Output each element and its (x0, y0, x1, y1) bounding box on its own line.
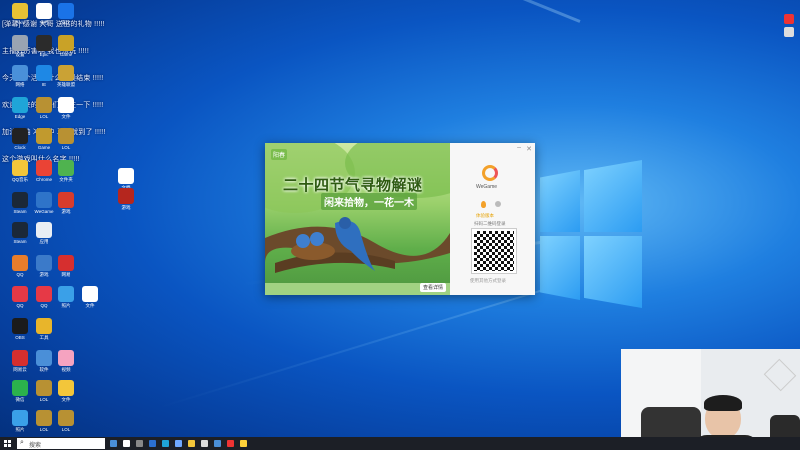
desktop-icon[interactable]: 文档 (106, 168, 146, 190)
wegame-logo-icon (482, 165, 498, 181)
app-icon (58, 160, 74, 176)
desktop-icon[interactable]: 文件 (46, 380, 86, 402)
qr-caption: 扫码二维码登录 (474, 221, 506, 226)
app-icon (58, 65, 74, 81)
app-icon (82, 286, 98, 302)
event-subtitle: 闲来拾物，一花一木 (321, 193, 417, 210)
desktop-icon-label: 文件 (61, 397, 71, 402)
app-icon (58, 350, 74, 366)
person-hair (704, 395, 742, 411)
light-beam (152, 0, 581, 23)
desktop-icon[interactable]: 英雄联盟 (46, 65, 86, 87)
app-icon (58, 128, 74, 144)
desktop-icon-label: 英雄联盟 (57, 82, 75, 87)
taskbar-app-icon[interactable] (149, 440, 156, 447)
taskbar-app-icon[interactable] (175, 440, 182, 447)
taskbar-app-icon[interactable] (123, 440, 130, 447)
desktop-icon[interactable]: 文件夹 (46, 160, 86, 182)
desktop-icon-label: 文件 (85, 303, 95, 308)
taskbar-app-icon[interactable] (214, 440, 221, 447)
taskbar-app-icon[interactable] (188, 440, 195, 447)
desktop-icon-label: 游戏 (61, 209, 71, 214)
desktop-icon[interactable]: 应用 (24, 222, 64, 244)
small-tag: 阳春 (271, 149, 288, 160)
event-banner[interactable]: 二十四节气寻物解谜 闲来拾物，一花一木 阳春 查看详情 (265, 143, 450, 295)
banner-illustration (265, 143, 450, 295)
app-icon (118, 168, 134, 184)
app-icon (36, 222, 52, 238)
webcam-feed (621, 349, 800, 450)
desktop-icon[interactable]: 文件 (70, 286, 110, 308)
windows-logo-pane (584, 236, 642, 308)
taskbar-app-icon[interactable] (110, 440, 117, 447)
search-box[interactable]: ⌕ 搜索 (17, 438, 105, 449)
desktop-icon[interactable]: LOL (46, 410, 86, 432)
desktop-icon-label: 应用 (39, 239, 49, 244)
widget-icon[interactable] (784, 27, 794, 37)
taskbar-app-icon[interactable] (162, 440, 169, 447)
taskbar: ⌕ 搜索 (0, 437, 800, 450)
app-icon (58, 192, 74, 208)
app-icon (36, 318, 52, 334)
desktop-icon-label: 文件 (61, 114, 71, 119)
desktop-icon-label: 网易 (61, 272, 71, 277)
search-placeholder: 搜索 (29, 443, 42, 449)
view-details-button[interactable]: 查看详情 (419, 283, 446, 292)
desktop-icon-label: Game (59, 52, 73, 57)
desktop-icon[interactable]: 游戏 (46, 192, 86, 214)
desktop-icon[interactable]: 游戏 (106, 188, 146, 210)
app-icon (58, 410, 74, 426)
right-edge-widgets (784, 14, 796, 37)
taskbar-app-icon[interactable] (201, 440, 208, 447)
wegame-logo-text: WeGame (476, 184, 498, 190)
windows-logo-pane (584, 160, 642, 232)
windows-logo-pane (540, 170, 580, 232)
wall-decoration (763, 358, 797, 392)
desktop-icon-label: 安全 (61, 20, 71, 25)
taskbar-app-icon[interactable] (136, 440, 143, 447)
desktop-icon[interactable]: LOL (46, 128, 86, 150)
desktop-icon-label: LOL (61, 145, 71, 150)
desktop-icon[interactable]: 视频 (46, 350, 86, 372)
light-beam (158, 283, 562, 409)
start-button[interactable] (4, 440, 11, 447)
desktop-icon-label: 游戏 (121, 205, 131, 210)
desktop-icon-label: 工具 (39, 335, 49, 340)
event-title: 二十四节气寻物解谜 (283, 177, 423, 194)
app-icon (58, 380, 74, 396)
taskbar-app-icon[interactable] (227, 440, 234, 447)
wegame-popup: 二十四节气寻物解谜 闲来拾物，一花一木 阳春 查看详情 ✕ – WeGame 体… (265, 143, 535, 295)
app-icon (58, 255, 74, 271)
other-login-link[interactable]: 使用其他方式登录 (470, 278, 506, 284)
app-icon (58, 35, 74, 51)
minimize-icon[interactable]: – (517, 144, 521, 151)
desktop-icon-label: 文件夹 (59, 177, 73, 182)
flame-icon (481, 201, 486, 208)
app-icon (58, 3, 74, 19)
desktop-icon[interactable]: 文件 (46, 97, 86, 119)
app-icon (118, 188, 134, 204)
close-icon[interactable]: ✕ (526, 145, 532, 153)
qr-code[interactable] (471, 228, 517, 274)
desktop-icon-label: 视频 (61, 367, 71, 372)
notification-icon[interactable] (784, 14, 794, 24)
login-panel: ✕ – WeGame 体验版本 扫码二维码登录 使用其他方式登录 (450, 143, 535, 295)
desktop-icon[interactable]: 安全 (46, 3, 86, 25)
desktop-icon-label: LOL (61, 427, 71, 432)
search-icon: ⌕ (20, 439, 24, 446)
desktop-icon[interactable]: Game (46, 35, 86, 57)
desktop-icon[interactable]: 网易 (46, 255, 86, 277)
desktop-icon[interactable]: 工具 (24, 318, 64, 340)
windows-logo-pane (540, 236, 580, 300)
taskbar-app-icon[interactable] (240, 440, 247, 447)
version-text: 体验版本 (476, 213, 494, 218)
app-icon (58, 97, 74, 113)
settings-icon[interactable] (495, 201, 501, 207)
